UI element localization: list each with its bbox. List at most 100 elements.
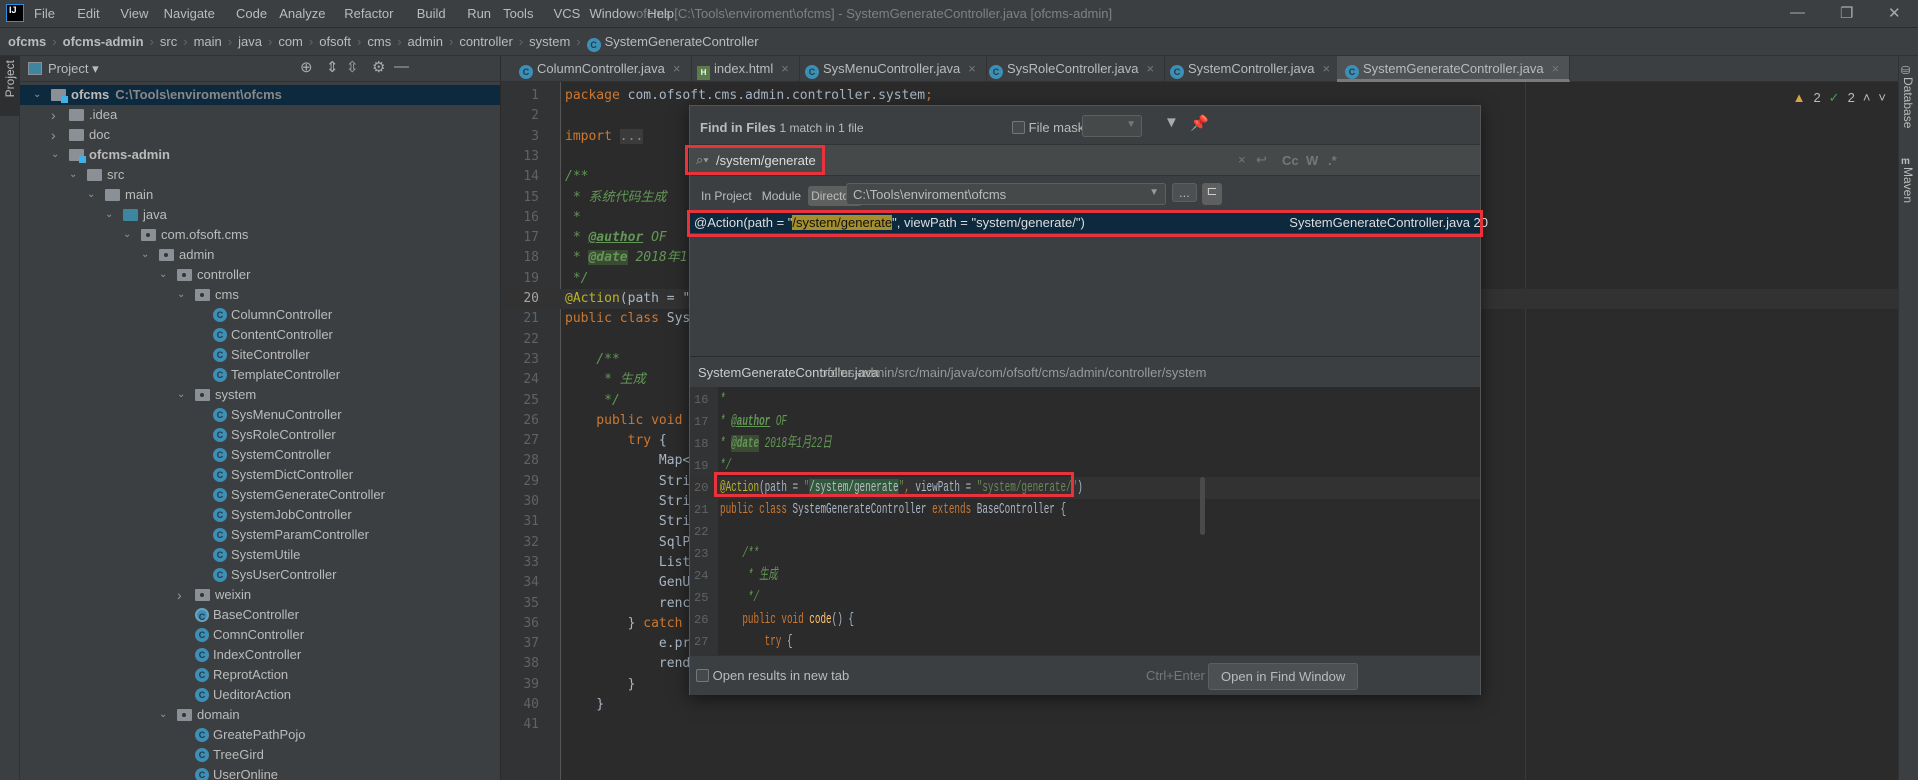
open-new-tab-checkbox[interactable]: Open results in new tab <box>696 668 849 683</box>
tree-item[interactable]: ⌄ com.ofsoft.cms <box>20 225 500 245</box>
preview-editor[interactable]: 16 * 17 * @author OF 18 * @date 2018年1月22日 19 *… <box>690 387 1480 655</box>
hide-icon[interactable]: — <box>394 58 409 75</box>
scope-tab-module[interactable]: Module <box>759 186 804 206</box>
breadcrumb-item[interactable]: controller <box>459 34 512 52</box>
chevron-down-icon[interactable]: ⌄ <box>141 245 149 265</box>
chevron-down-icon[interactable]: ⌄ <box>51 145 59 165</box>
tree-item[interactable]: › weixin <box>20 585 500 605</box>
tree-item[interactable]: C SystemGenerateController <box>20 485 500 505</box>
breadcrumb-item[interactable]: java <box>238 34 262 52</box>
tree-item[interactable]: ⌄ main <box>20 185 500 205</box>
breadcrumb-item[interactable]: admin <box>408 34 443 52</box>
chevron-down-icon[interactable]: ⌄ <box>87 185 95 205</box>
breadcrumb-item[interactable]: ofsoft <box>319 34 351 52</box>
tree-item[interactable]: ⌄ domain <box>20 705 500 725</box>
close-tab-icon[interactable]: × <box>781 61 789 76</box>
restore-icon[interactable]: ❐ <box>1840 4 1853 22</box>
file-mask-select[interactable]: ▼ <box>1082 115 1142 137</box>
minimize-icon[interactable]: — <box>1790 4 1805 21</box>
tree-item[interactable]: C IndexController <box>20 645 500 665</box>
chevron-down-icon[interactable]: ⌄ <box>159 265 167 285</box>
menu-build[interactable]: Build <box>417 6 446 21</box>
file-mask-checkbox[interactable]: File mask: <box>1012 120 1088 135</box>
menu-file[interactable]: File <box>34 6 55 21</box>
menu-vcs[interactable]: VCS <box>554 6 581 21</box>
chevron-down-icon[interactable]: ⌄ <box>69 165 77 185</box>
chevron-right-icon[interactable]: › <box>51 125 56 145</box>
menu-run[interactable]: Run <box>467 6 491 21</box>
tree-item[interactable]: ⌄ java <box>20 205 500 225</box>
match-case-toggle[interactable]: Cc <box>1282 153 1299 168</box>
breadcrumb-item[interactable]: system <box>529 34 570 52</box>
close-tab-icon[interactable]: × <box>1147 61 1155 76</box>
menu-code[interactable]: Code <box>236 6 267 21</box>
menu-edit[interactable]: Edit <box>77 6 99 21</box>
tab-sysrolecontroller-java[interactable]: C SysRoleController.java × <box>981 56 1166 82</box>
clear-icon[interactable]: × <box>1238 152 1246 167</box>
tree-item[interactable]: C SysRoleController <box>20 425 500 445</box>
tree-item[interactable]: C SystemJobController <box>20 505 500 525</box>
expand-all-icon[interactable]: ⇕ <box>326 58 339 76</box>
tree-item[interactable]: ⌄ system <box>20 385 500 405</box>
tree-item[interactable]: C BaseController <box>20 605 500 625</box>
tree-item[interactable]: ⌄ admin <box>20 245 500 265</box>
breadcrumb-item[interactable]: ofcms-admin <box>63 34 144 52</box>
close-tab-icon[interactable]: × <box>1552 61 1560 76</box>
gear-icon[interactable]: ⚙ <box>372 58 385 76</box>
tab-columncontroller-java[interactable]: C ColumnController.java × <box>511 56 692 82</box>
breadcrumb-item[interactable]: src <box>160 34 177 52</box>
preview-scrollbar[interactable] <box>1200 477 1205 535</box>
new-line-icon[interactable]: ↩ <box>1256 152 1267 168</box>
menu-refactor[interactable]: Refactor <box>344 6 393 21</box>
tree-item[interactable]: ⌄ cms <box>20 285 500 305</box>
tree-item[interactable]: ⌄ ofcms C:\Tools\enviroment\ofcms <box>20 85 500 105</box>
tree-item[interactable]: C ReprotAction <box>20 665 500 685</box>
chevron-down-icon[interactable]: ⌄ <box>105 205 113 225</box>
menu-window[interactable]: Window <box>590 6 636 21</box>
chevron-down-icon[interactable]: ⌄ <box>123 225 131 245</box>
regex-toggle[interactable]: .* <box>1328 153 1337 168</box>
tree-item[interactable]: C GreatePathPojo <box>20 725 500 745</box>
tree-item[interactable]: C SystemParamController <box>20 525 500 545</box>
tree-item[interactable]: C SiteController <box>20 345 500 365</box>
close-icon[interactable]: ✕ <box>1888 4 1901 22</box>
tree-item[interactable]: C ContentController <box>20 325 500 345</box>
project-view-select[interactable]: Project ▾ <box>48 61 99 77</box>
tree-item[interactable]: C SysUserController <box>20 565 500 585</box>
menu-navigate[interactable]: Navigate <box>164 6 215 21</box>
chevron-right-icon[interactable]: › <box>177 585 182 605</box>
tab-sysmenucontroller-java[interactable]: C SysMenuController.java × <box>797 56 987 82</box>
directory-select[interactable]: C:\Tools\enviroment\ofcms ▼ <box>846 183 1166 205</box>
browse-button[interactable]: ... <box>1172 183 1197 202</box>
breadcrumb-item[interactable]: cms <box>367 34 391 52</box>
tree-item[interactable]: ⌄ ofcms-admin <box>20 145 500 165</box>
tree-item[interactable]: C ComnController <box>20 625 500 645</box>
open-in-find-window-button[interactable]: Open in Find Window <box>1208 663 1359 690</box>
close-tab-icon[interactable]: × <box>968 61 976 76</box>
menu-view[interactable]: View <box>120 6 148 21</box>
tree-item[interactable]: C TemplateController <box>20 365 500 385</box>
tree-item[interactable]: C SystemDictController <box>20 465 500 485</box>
menu-tools[interactable]: Tools <box>503 6 533 21</box>
tree-item[interactable]: C TreeGird <box>20 745 500 765</box>
tree-item[interactable]: C SystemUtile <box>20 545 500 565</box>
tree-item[interactable]: C SystemController <box>20 445 500 465</box>
scope-tab-in-project[interactable]: In Project <box>698 186 755 206</box>
tree-item[interactable]: › .idea <box>20 105 500 125</box>
whole-words-toggle[interactable]: W <box>1306 153 1318 168</box>
chevron-right-icon[interactable]: › <box>51 105 56 125</box>
pin-icon[interactable]: 📌 <box>1190 114 1209 132</box>
tree-item[interactable]: ⌄ src <box>20 165 500 185</box>
filter-icon[interactable]: ▼ <box>1164 114 1179 131</box>
maven-tool-button[interactable]: m Maven <box>1901 152 1915 203</box>
menu-analyze[interactable]: Analyze <box>279 6 325 21</box>
database-tool-button[interactable]: ⛁ Database <box>1901 62 1915 128</box>
prev-highlight-icon[interactable]: ˄ <box>1863 90 1871 106</box>
project-tool-button[interactable]: Project <box>0 56 20 116</box>
tree-item[interactable]: ⌄ controller <box>20 265 500 285</box>
breadcrumb-item[interactable]: main <box>194 34 222 52</box>
chevron-down-icon[interactable]: ⌄ <box>159 705 167 725</box>
tree-item[interactable]: › doc <box>20 125 500 145</box>
recursive-icon[interactable]: ⊏ <box>1202 183 1222 205</box>
chevron-down-icon[interactable]: ⌄ <box>33 85 41 105</box>
